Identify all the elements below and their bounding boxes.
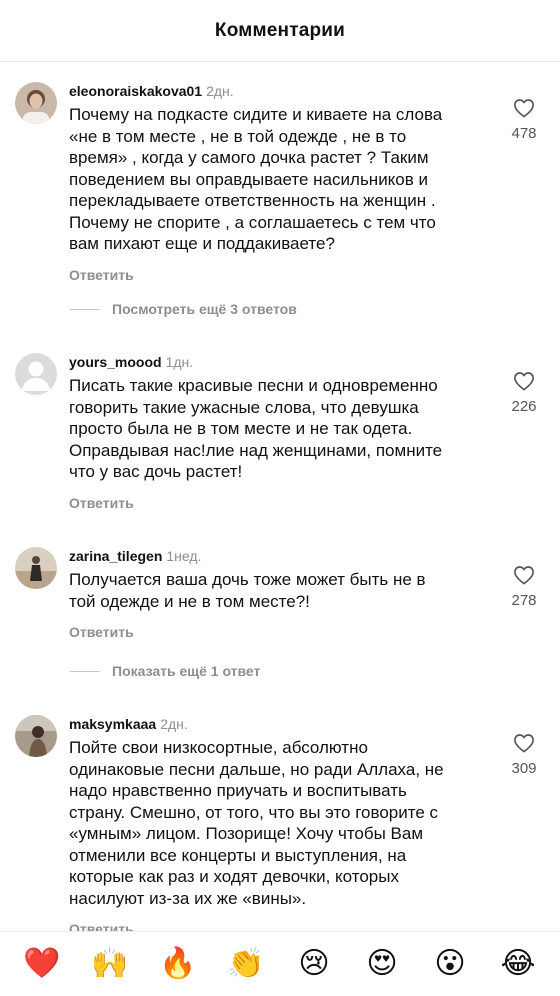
like-group: 478: [504, 98, 544, 142]
heart-icon[interactable]: [513, 733, 535, 753]
comment-body: yours_moood 1дн. Писать такие красивые пе…: [69, 353, 499, 511]
page-title: Комментарии: [214, 19, 346, 41]
comment-text: Пойте свои низкосортные, абсолютно одина…: [69, 738, 444, 908]
avatar[interactable]: [15, 547, 57, 589]
crying-face-emoji-icon[interactable]: 😢: [292, 947, 336, 981]
clapping-hands-emoji-icon[interactable]: 👏: [224, 947, 268, 981]
reply-button[interactable]: Ответить: [69, 267, 499, 283]
username[interactable]: zarina_tilegen: [69, 548, 162, 564]
raising-hands-emoji-icon[interactable]: 🙌: [88, 947, 132, 981]
comment-text: Получается ваша дочь тоже может быть не …: [69, 570, 426, 611]
red-heart-emoji-icon[interactable]: ❤️: [20, 947, 64, 981]
timestamp: 1нед.: [166, 548, 202, 564]
view-more-replies-label: Показать ещё 1 ответ: [112, 663, 261, 679]
comment-body: eleonoraiskakova01 2дн. Почему на подкаст…: [69, 82, 499, 283]
heart-icon[interactable]: [513, 98, 535, 118]
divider-line: [70, 308, 100, 310]
timestamp: 2дн.: [206, 83, 234, 99]
timestamp: 2дн.: [160, 716, 188, 732]
surprised-face-emoji-icon[interactable]: 😮: [428, 947, 472, 981]
view-more-replies-button[interactable]: Посмотреть ещё 3 ответов: [70, 301, 297, 317]
username[interactable]: yours_moood: [69, 354, 162, 370]
heart-eyes-emoji-icon[interactable]: 😍: [360, 947, 404, 981]
comment-text: Писать такие красивые песни и одновремен…: [69, 376, 443, 481]
like-group: 226: [504, 371, 544, 415]
like-group: 309: [504, 733, 544, 777]
like-count: 478: [511, 125, 537, 142]
emoji-reaction-bar: ❤️ 🙌 🔥 👏 😢 😍 😮 😂: [0, 931, 560, 996]
comment-body: zarina_tilegen 1нед. Получается ваша дочь…: [69, 547, 499, 640]
comments-screen: Комментарии eleonoraiskakova01 2дн. Почем…: [0, 0, 560, 996]
fire-emoji-icon[interactable]: 🔥: [156, 947, 200, 981]
like-count: 309: [511, 760, 537, 777]
avatar[interactable]: [15, 353, 57, 395]
divider-line: [70, 670, 100, 672]
reply-button[interactable]: Ответить: [69, 624, 499, 640]
tears-of-joy-emoji-icon[interactable]: 😂: [496, 947, 540, 981]
comment-body: maksymkaaa 2дн. Пойте свои низкосортные, …: [69, 715, 499, 937]
timestamp: 1дн.: [165, 354, 194, 370]
view-more-replies-label: Посмотреть ещё 3 ответов: [112, 301, 297, 317]
comment-text: Почему на подкасте сидите и киваете на с…: [69, 105, 443, 253]
view-more-replies-button[interactable]: Показать ещё 1 ответ: [70, 663, 260, 679]
header: Комментарии: [0, 0, 560, 62]
avatar[interactable]: [15, 715, 57, 757]
heart-icon[interactable]: [513, 371, 535, 391]
username[interactable]: maksymkaaa: [69, 716, 156, 732]
avatar[interactable]: [15, 82, 57, 124]
heart-icon[interactable]: [513, 565, 535, 585]
like-group: 278: [504, 565, 544, 609]
reply-button[interactable]: Ответить: [69, 495, 499, 511]
like-count: 226: [511, 398, 537, 415]
username[interactable]: eleonoraiskakova01: [69, 83, 202, 99]
like-count: 278: [511, 592, 537, 609]
